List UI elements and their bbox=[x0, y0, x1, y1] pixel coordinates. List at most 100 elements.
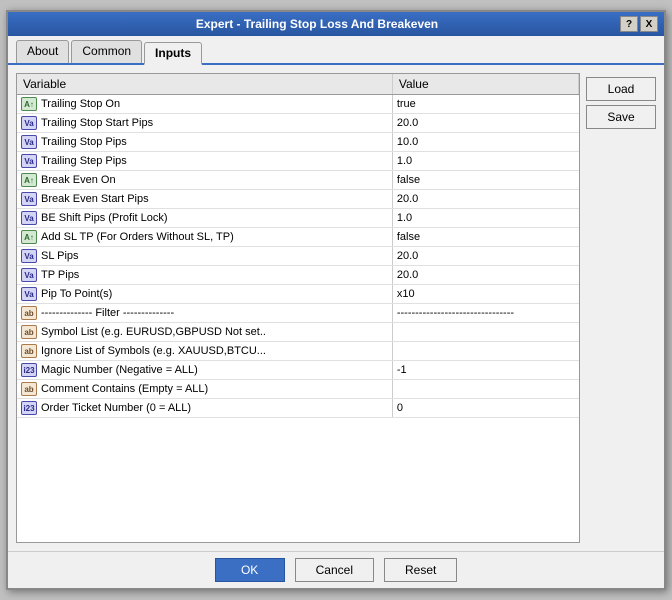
value-cell: 20.0 bbox=[392, 190, 578, 209]
value-cell bbox=[392, 380, 578, 399]
help-button[interactable]: ? bbox=[620, 16, 638, 32]
value-cell: -------------------------------- bbox=[392, 304, 578, 323]
reset-button[interactable]: Reset bbox=[384, 558, 457, 582]
variable-cell: Va Trailing Step Pips bbox=[21, 154, 388, 168]
value-cell: -1 bbox=[392, 361, 578, 380]
variable-name: Trailing Stop Pips bbox=[41, 136, 127, 148]
variable-cell: Va Trailing Stop Start Pips bbox=[21, 116, 388, 130]
variable-name: Trailing Step Pips bbox=[41, 155, 127, 167]
close-button[interactable]: X bbox=[640, 16, 658, 32]
value-cell: 10.0 bbox=[392, 133, 578, 152]
row-type-icon: ab bbox=[21, 325, 37, 339]
variable-name: Break Even Start Pips bbox=[41, 193, 149, 205]
table-row[interactable]: Va BE Shift Pips (Profit Lock) 1.0 bbox=[17, 209, 579, 228]
variable-name: Add SL TP (For Orders Without SL, TP) bbox=[41, 231, 234, 243]
table-row[interactable]: Va SL Pips 20.0 bbox=[17, 247, 579, 266]
table-row[interactable]: Va Trailing Stop Start Pips 20.0 bbox=[17, 114, 579, 133]
table-row[interactable]: Va TP Pips 20.0 bbox=[17, 266, 579, 285]
row-type-icon: Va bbox=[21, 249, 37, 263]
main-area: Variable Value A↑ Trailing Stop On true … bbox=[16, 73, 656, 543]
variable-cell: i23 Magic Number (Negative = ALL) bbox=[21, 363, 388, 377]
col-value-header: Value bbox=[392, 74, 578, 95]
save-button[interactable]: Save bbox=[586, 105, 656, 129]
table-row[interactable]: Va Trailing Stop Pips 10.0 bbox=[17, 133, 579, 152]
tab-common[interactable]: Common bbox=[71, 40, 142, 63]
variable-cell: ab -------------- Filter -------------- bbox=[21, 306, 388, 320]
inputs-table: Variable Value A↑ Trailing Stop On true … bbox=[17, 74, 579, 418]
table-row[interactable]: A↑ Break Even On false bbox=[17, 171, 579, 190]
row-type-icon: ab bbox=[21, 382, 37, 396]
table-row[interactable]: Va Trailing Step Pips 1.0 bbox=[17, 152, 579, 171]
table-row[interactable]: i23 Order Ticket Number (0 = ALL) 0 bbox=[17, 399, 579, 418]
side-buttons: Load Save bbox=[586, 73, 656, 543]
variable-cell: ab Symbol List (e.g. EURUSD,GBPUSD Not s… bbox=[21, 325, 388, 339]
main-window: Expert - Trailing Stop Loss And Breakeve… bbox=[6, 10, 666, 590]
row-type-icon: Va bbox=[21, 192, 37, 206]
table-row[interactable]: A↑ Add SL TP (For Orders Without SL, TP)… bbox=[17, 228, 579, 247]
value-cell: x10 bbox=[392, 285, 578, 304]
variable-cell: Va BE Shift Pips (Profit Lock) bbox=[21, 211, 388, 225]
variable-name: BE Shift Pips (Profit Lock) bbox=[41, 212, 168, 224]
title-bar: Expert - Trailing Stop Loss And Breakeve… bbox=[8, 12, 664, 36]
variable-cell: ab Comment Contains (Empty = ALL) bbox=[21, 382, 388, 396]
value-cell: 0 bbox=[392, 399, 578, 418]
ok-button[interactable]: OK bbox=[215, 558, 285, 582]
variable-cell: A↑ Trailing Stop On bbox=[21, 97, 388, 111]
row-type-icon: A↑ bbox=[21, 230, 37, 244]
window-title: Expert - Trailing Stop Loss And Breakeve… bbox=[14, 17, 620, 31]
value-cell bbox=[392, 323, 578, 342]
value-cell bbox=[392, 342, 578, 361]
row-type-icon: ab bbox=[21, 344, 37, 358]
variable-name: Magic Number (Negative = ALL) bbox=[41, 364, 198, 376]
variable-cell: ab Ignore List of Symbols (e.g. XAUUSD,B… bbox=[21, 344, 388, 358]
value-cell: false bbox=[392, 171, 578, 190]
tab-inputs[interactable]: Inputs bbox=[144, 42, 202, 65]
content-area: Variable Value A↑ Trailing Stop On true … bbox=[8, 65, 664, 551]
variable-cell: Va Trailing Stop Pips bbox=[21, 135, 388, 149]
variable-cell: i23 Order Ticket Number (0 = ALL) bbox=[21, 401, 388, 415]
row-type-icon: i23 bbox=[21, 401, 37, 415]
variable-name: Trailing Stop Start Pips bbox=[41, 117, 153, 129]
tab-about[interactable]: About bbox=[16, 40, 69, 63]
table-row[interactable]: Va Break Even Start Pips 20.0 bbox=[17, 190, 579, 209]
variable-name: Symbol List (e.g. EURUSD,GBPUSD Not set.… bbox=[41, 326, 266, 338]
table-row[interactable]: A↑ Trailing Stop On true bbox=[17, 95, 579, 114]
inputs-table-container[interactable]: Variable Value A↑ Trailing Stop On true … bbox=[16, 73, 580, 543]
row-type-icon: Va bbox=[21, 268, 37, 282]
variable-name: Break Even On bbox=[41, 174, 116, 186]
table-row[interactable]: ab Symbol List (e.g. EURUSD,GBPUSD Not s… bbox=[17, 323, 579, 342]
table-row[interactable]: Va Pip To Point(s) x10 bbox=[17, 285, 579, 304]
variable-name: TP Pips bbox=[41, 269, 79, 281]
table-row[interactable]: i23 Magic Number (Negative = ALL) -1 bbox=[17, 361, 579, 380]
col-variable-header: Variable bbox=[17, 74, 392, 95]
variable-cell: Va Break Even Start Pips bbox=[21, 192, 388, 206]
value-cell: 1.0 bbox=[392, 209, 578, 228]
variable-name: Trailing Stop On bbox=[41, 98, 120, 110]
row-type-icon: Va bbox=[21, 154, 37, 168]
table-row[interactable]: ab Comment Contains (Empty = ALL) bbox=[17, 380, 579, 399]
variable-name: -------------- Filter -------------- bbox=[41, 307, 174, 319]
cancel-button[interactable]: Cancel bbox=[295, 558, 374, 582]
table-row[interactable]: ab Ignore List of Symbols (e.g. XAUUSD,B… bbox=[17, 342, 579, 361]
variable-cell: Va SL Pips bbox=[21, 249, 388, 263]
value-cell: true bbox=[392, 95, 578, 114]
load-button[interactable]: Load bbox=[586, 77, 656, 101]
tab-bar: About Common Inputs bbox=[8, 36, 664, 65]
row-type-icon: i23 bbox=[21, 363, 37, 377]
table-row[interactable]: ab -------------- Filter -------------- … bbox=[17, 304, 579, 323]
variable-cell: Va Pip To Point(s) bbox=[21, 287, 388, 301]
variable-cell: A↑ Add SL TP (For Orders Without SL, TP) bbox=[21, 230, 388, 244]
variable-cell: Va TP Pips bbox=[21, 268, 388, 282]
row-type-icon: A↑ bbox=[21, 173, 37, 187]
value-cell: false bbox=[392, 228, 578, 247]
row-type-icon: Va bbox=[21, 211, 37, 225]
row-type-icon: ab bbox=[21, 306, 37, 320]
variable-name: Comment Contains (Empty = ALL) bbox=[41, 383, 208, 395]
value-cell: 20.0 bbox=[392, 247, 578, 266]
value-cell: 20.0 bbox=[392, 114, 578, 133]
row-type-icon: Va bbox=[21, 116, 37, 130]
row-type-icon: Va bbox=[21, 135, 37, 149]
value-cell: 20.0 bbox=[392, 266, 578, 285]
bottom-bar: OK Cancel Reset bbox=[8, 551, 664, 588]
variable-cell: A↑ Break Even On bbox=[21, 173, 388, 187]
